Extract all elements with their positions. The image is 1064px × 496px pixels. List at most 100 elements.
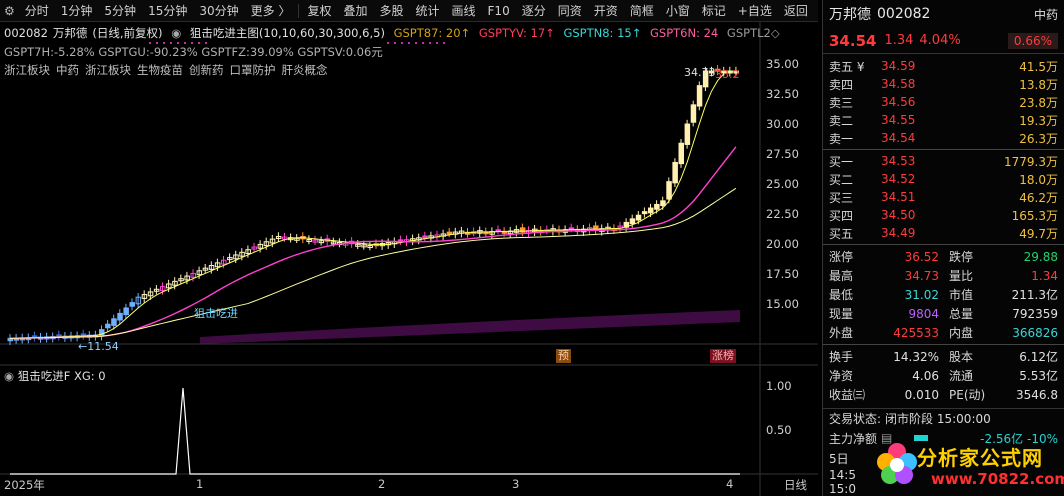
concept-item[interactable]: 肝炎概念	[282, 63, 328, 77]
f10-button[interactable]: F10	[482, 0, 516, 22]
marker-dot	[443, 42, 445, 44]
marker-dot	[415, 42, 417, 44]
ma-line-mid	[9, 146, 737, 340]
open-fund-button[interactable]: 开资	[588, 0, 624, 22]
concept-item[interactable]: 浙江板块	[4, 63, 50, 77]
tab-intraday[interactable]: 分时	[19, 0, 55, 22]
candle-body	[690, 104, 697, 123]
ask-price: 34.56	[881, 95, 916, 109]
ask-row[interactable]: 卖二 34.55 19.3万	[823, 111, 1064, 129]
bid-price: 34.53	[881, 154, 916, 168]
sub-indicator-label[interactable]: 狙击吃进F XG: 0	[18, 369, 106, 383]
settings-icon[interactable]: ⚙	[0, 4, 19, 18]
small-window-button[interactable]: 小窗	[660, 0, 696, 22]
bid-volume: 49.7万	[1019, 226, 1058, 241]
candle-body	[635, 214, 642, 221]
bid-price: 34.49	[881, 226, 916, 240]
candle-body	[123, 307, 129, 316]
period-toolbar: ⚙ 分时 1分钟 5分钟 15分钟 30分钟 更多 〉 复权 叠加 多股 统计 …	[0, 0, 818, 22]
tab-15min[interactable]: 15分钟	[142, 0, 193, 22]
stat-label: 跌停	[949, 250, 974, 264]
concept-item[interactable]: 口罩防护	[230, 63, 276, 77]
stat-value: 36.52	[904, 249, 939, 264]
stat-label: 换手	[829, 350, 854, 364]
chart-stock-code: 002082	[4, 26, 48, 40]
stat-value: 0.010	[904, 387, 939, 402]
candle-body	[105, 323, 111, 329]
add-watchlist-button[interactable]: +自选	[732, 0, 778, 22]
sub-axis-tick: 1.00	[766, 379, 792, 393]
stat-value: 34.73	[904, 268, 939, 283]
stat-row: 涨停 36.52 跌停 29.88	[823, 247, 1064, 266]
kline-chart-canvas[interactable]	[0, 22, 818, 496]
stat-row: 最低 31.02 市值 211.3亿	[823, 285, 1064, 304]
by-minute-button[interactable]: 逐分	[516, 0, 552, 22]
site-logo: 分析家公式网 www.70822.com	[875, 438, 1064, 494]
stat-label: 总量	[949, 307, 974, 321]
bid-row[interactable]: 买二 34.52 18.0万	[823, 170, 1064, 188]
toolbar-divider	[298, 3, 300, 18]
bid-row[interactable]: 买五 34.49 49.7万	[823, 224, 1064, 242]
marker-dot	[408, 42, 410, 44]
signal-label: 狙击吃进	[194, 307, 238, 320]
indicator-toggle-icon[interactable]: ◉	[171, 26, 181, 40]
ask-price: 34.58	[881, 77, 916, 91]
tab-5min[interactable]: 5分钟	[98, 0, 142, 22]
sub-indicator-toggle-icon[interactable]: ◉	[4, 369, 14, 383]
date-year-label: 2025年	[4, 478, 45, 492]
ask-book: 卖五 ¥ 34.59 41.5万 卖四 34.58 13.8万 卖三 34.56 23.8万…	[823, 54, 1064, 147]
restore-rights-button[interactable]: 复权	[301, 0, 337, 22]
bid-volume: 46.2万	[1019, 190, 1058, 205]
concept-item[interactable]: 中药	[56, 63, 79, 77]
bid-row[interactable]: 买三 34.51 46.2万	[823, 188, 1064, 206]
bid-price: 34.50	[881, 208, 916, 222]
candle-body	[446, 231, 453, 235]
param-gsptyv: GSPTYV: 17↑	[478, 26, 555, 40]
indicator-name[interactable]: 狙击吃进主图(10,10,60,30,300,6,5)	[190, 26, 385, 40]
statistics-button[interactable]: 统计	[410, 0, 446, 22]
draw-line-button[interactable]: 画线	[446, 0, 482, 22]
concept-item[interactable]: 生物疫苗	[137, 63, 183, 77]
bid-volume: 165.3万	[1011, 208, 1058, 223]
candle-body	[111, 318, 117, 326]
ask-label: 卖二	[829, 113, 854, 128]
bid-book: 买一 34.53 1779.3万 买二 34.52 18.0万 买三 34.51 46.2万…	[823, 152, 1064, 242]
ask-row[interactable]: 卖一 34.54 26.3万	[823, 129, 1064, 147]
quote-panel: 万邦德 002082 中药 34.54 1.34 4.04% 0.66% 卖五 …	[822, 0, 1064, 496]
date-month-label: 4	[726, 477, 734, 491]
stat-label: 市值	[949, 288, 974, 302]
kline-chart-area[interactable]: 002082 万邦德 (日线,前复权) ◉ 狙击吃进主图(10,10,60,30,3…	[0, 22, 818, 496]
concept-item[interactable]: 创新药	[189, 63, 224, 77]
same-fund-button[interactable]: 同资	[552, 0, 588, 22]
panel-header: 万邦德 002082 中药	[823, 0, 1064, 28]
sub-indicator-title: ◉ 狙击吃进F XG: 0	[4, 368, 106, 384]
marker-dot	[422, 42, 424, 44]
ask-row[interactable]: 卖三 34.56 23.8万	[823, 93, 1064, 111]
overlay-button[interactable]: 叠加	[337, 0, 373, 22]
ask-row[interactable]: 卖五 ¥ 34.59 41.5万	[823, 57, 1064, 75]
bid-label: 买五	[829, 226, 854, 241]
mark-button[interactable]: 标记	[696, 0, 732, 22]
stats-divider	[823, 344, 1064, 345]
candle-body	[660, 200, 666, 207]
stat-value: 5.53亿	[1019, 369, 1058, 383]
main-flow-label: 主力净额	[829, 431, 878, 446]
bid-row[interactable]: 买四 34.50 165.3万	[823, 206, 1064, 224]
bid-row[interactable]: 买一 34.53 1779.3万	[823, 152, 1064, 170]
tab-30min[interactable]: 30分钟	[193, 0, 244, 22]
tab-1min[interactable]: 1分钟	[55, 0, 99, 22]
candle-body	[129, 302, 135, 307]
panel-sector[interactable]: 中药	[1034, 6, 1058, 23]
marker-dot	[436, 42, 438, 44]
trading-status-value: 闭市阶段 15:00:00	[885, 412, 991, 426]
tab-more[interactable]: 更多 〉	[245, 0, 297, 22]
stat-value: 425533	[893, 325, 939, 340]
multi-stock-button[interactable]: 多股	[373, 0, 409, 22]
period-label[interactable]: 日线	[784, 477, 807, 493]
concept-item[interactable]: 浙江板块	[85, 63, 131, 77]
xg-signal-line	[10, 387, 740, 475]
simple-frame-button[interactable]: 简框	[624, 0, 660, 22]
ask-row[interactable]: 卖四 34.58 13.8万	[823, 75, 1064, 93]
price-axis-tick: 27.50	[766, 147, 799, 161]
back-button[interactable]: 返回	[778, 0, 814, 22]
